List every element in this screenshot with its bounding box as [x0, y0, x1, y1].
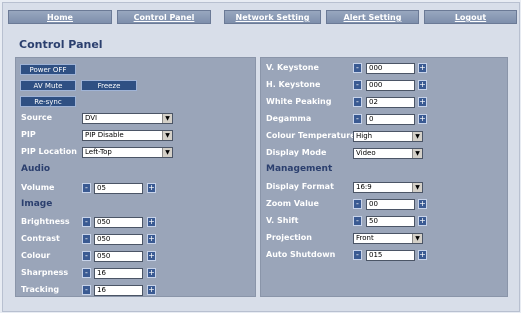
v-shift-minus-button[interactable]: -	[353, 216, 362, 226]
source-value: DVI	[85, 114, 98, 122]
pip-location-label: PIP Location	[21, 147, 77, 156]
display-mode-select[interactable]: Video ▼	[353, 148, 423, 159]
nav-logout[interactable]: Logout	[424, 10, 517, 24]
source-select[interactable]: DVI ▼	[82, 113, 173, 124]
page-title: Control Panel	[19, 38, 103, 51]
brightness-minus-button[interactable]: -	[82, 217, 91, 227]
display-format-value: 16:9	[356, 183, 372, 191]
v-keystone-label: V. Keystone	[266, 63, 319, 72]
auto-shutdown-plus-button[interactable]: +	[418, 250, 427, 260]
colour-input[interactable]: 050	[94, 251, 143, 262]
audio-heading: Audio	[21, 164, 51, 174]
colour-plus-button[interactable]: +	[147, 251, 156, 261]
h-keystone-minus-button[interactable]: -	[353, 80, 362, 90]
pip-location-value: Left-Top	[85, 148, 112, 156]
colour-temperature-label: Colour Temperature	[266, 131, 356, 140]
pip-select[interactable]: PIP Disable ▼	[82, 130, 173, 141]
contrast-label: Contrast	[21, 234, 60, 243]
display-format-label: Display Format	[266, 182, 334, 191]
v-shift-input[interactable]: 50	[366, 216, 415, 227]
white-peaking-minus-button[interactable]: -	[353, 97, 362, 107]
nav-network-setting[interactable]: Network Setting	[224, 10, 321, 24]
pip-location-select[interactable]: Left-Top ▼	[82, 147, 173, 158]
degamma-input[interactable]: 0	[366, 114, 415, 125]
degamma-label: Degamma	[266, 114, 312, 123]
management-heading: Management	[266, 164, 333, 174]
sharpness-input[interactable]: 16	[94, 268, 143, 279]
nav-alert-setting[interactable]: Alert Setting	[326, 10, 419, 24]
sharpness-label: Sharpness	[21, 268, 69, 277]
tracking-minus-button[interactable]: -	[82, 285, 91, 295]
chevron-down-icon: ▼	[162, 114, 172, 123]
tracking-label: Tracking	[21, 285, 60, 294]
volume-input[interactable]: 05	[94, 183, 143, 194]
colour-temperature-select[interactable]: High ▼	[353, 131, 423, 142]
right-panel: V. Keystone - 000 + H. Keystone - 000 + …	[260, 57, 508, 297]
image-heading: Image	[21, 199, 53, 209]
v-shift-label: V. Shift	[266, 216, 299, 225]
h-keystone-label: H. Keystone	[266, 80, 321, 89]
power-off-button[interactable]: Power OFF	[20, 64, 76, 75]
nav-home[interactable]: Home	[8, 10, 112, 24]
display-mode-value: Video	[356, 149, 376, 157]
display-mode-label: Display Mode	[266, 148, 327, 157]
white-peaking-label: White Peaking	[266, 97, 332, 106]
zoom-value-label: Zoom Value	[266, 199, 319, 208]
nav-control-panel[interactable]: Control Panel	[117, 10, 211, 24]
degamma-minus-button[interactable]: -	[353, 114, 362, 124]
sharpness-minus-button[interactable]: -	[82, 268, 91, 278]
freeze-button[interactable]: Freeze	[81, 80, 137, 91]
zoom-value-plus-button[interactable]: +	[418, 199, 427, 209]
zoom-value-minus-button[interactable]: -	[353, 199, 362, 209]
volume-plus-button[interactable]: +	[147, 183, 156, 193]
v-shift-plus-button[interactable]: +	[418, 216, 427, 226]
chevron-down-icon: ▼	[412, 234, 422, 243]
sharpness-plus-button[interactable]: +	[147, 268, 156, 278]
degamma-plus-button[interactable]: +	[418, 114, 427, 124]
chevron-down-icon: ▼	[412, 149, 422, 158]
top-nav: Home Control Panel Network Setting Alert…	[8, 10, 518, 24]
h-keystone-input[interactable]: 000	[366, 80, 415, 91]
tracking-input[interactable]: 16	[94, 285, 143, 296]
brightness-input[interactable]: 050	[94, 217, 143, 228]
projection-value: Front	[356, 234, 374, 242]
chevron-down-icon: ▼	[412, 183, 422, 192]
chevron-down-icon: ▼	[162, 131, 172, 140]
colour-temperature-value: High	[356, 132, 373, 140]
zoom-value-input[interactable]: 00	[366, 199, 415, 210]
v-keystone-input[interactable]: 000	[366, 63, 415, 74]
white-peaking-plus-button[interactable]: +	[418, 97, 427, 107]
pip-label: PIP	[21, 130, 36, 139]
display-format-select[interactable]: 16:9 ▼	[353, 182, 423, 193]
contrast-input[interactable]: 050	[94, 234, 143, 245]
chevron-down-icon: ▼	[162, 148, 172, 157]
tracking-plus-button[interactable]: +	[147, 285, 156, 295]
pip-value: PIP Disable	[85, 131, 124, 139]
auto-shutdown-label: Auto Shutdown	[266, 250, 336, 259]
chevron-down-icon: ▼	[412, 132, 422, 141]
projection-label: Projection	[266, 233, 312, 242]
volume-minus-button[interactable]: -	[82, 183, 91, 193]
brightness-label: Brightness	[21, 217, 70, 226]
v-keystone-minus-button[interactable]: -	[353, 63, 362, 73]
white-peaking-input[interactable]: 02	[366, 97, 415, 108]
left-panel: Power OFF AV Mute Freeze Re-sync Source …	[15, 57, 256, 297]
contrast-plus-button[interactable]: +	[147, 234, 156, 244]
h-keystone-plus-button[interactable]: +	[418, 80, 427, 90]
volume-label: Volume	[21, 183, 55, 192]
colour-minus-button[interactable]: -	[82, 251, 91, 261]
av-mute-button[interactable]: AV Mute	[20, 80, 76, 91]
colour-label: Colour	[21, 251, 51, 260]
auto-shutdown-minus-button[interactable]: -	[353, 250, 362, 260]
v-keystone-plus-button[interactable]: +	[418, 63, 427, 73]
projection-select[interactable]: Front ▼	[353, 233, 423, 244]
auto-shutdown-input[interactable]: 015	[366, 250, 415, 261]
source-label: Source	[21, 113, 53, 122]
contrast-minus-button[interactable]: -	[82, 234, 91, 244]
brightness-plus-button[interactable]: +	[147, 217, 156, 227]
resync-button[interactable]: Re-sync	[20, 96, 76, 107]
